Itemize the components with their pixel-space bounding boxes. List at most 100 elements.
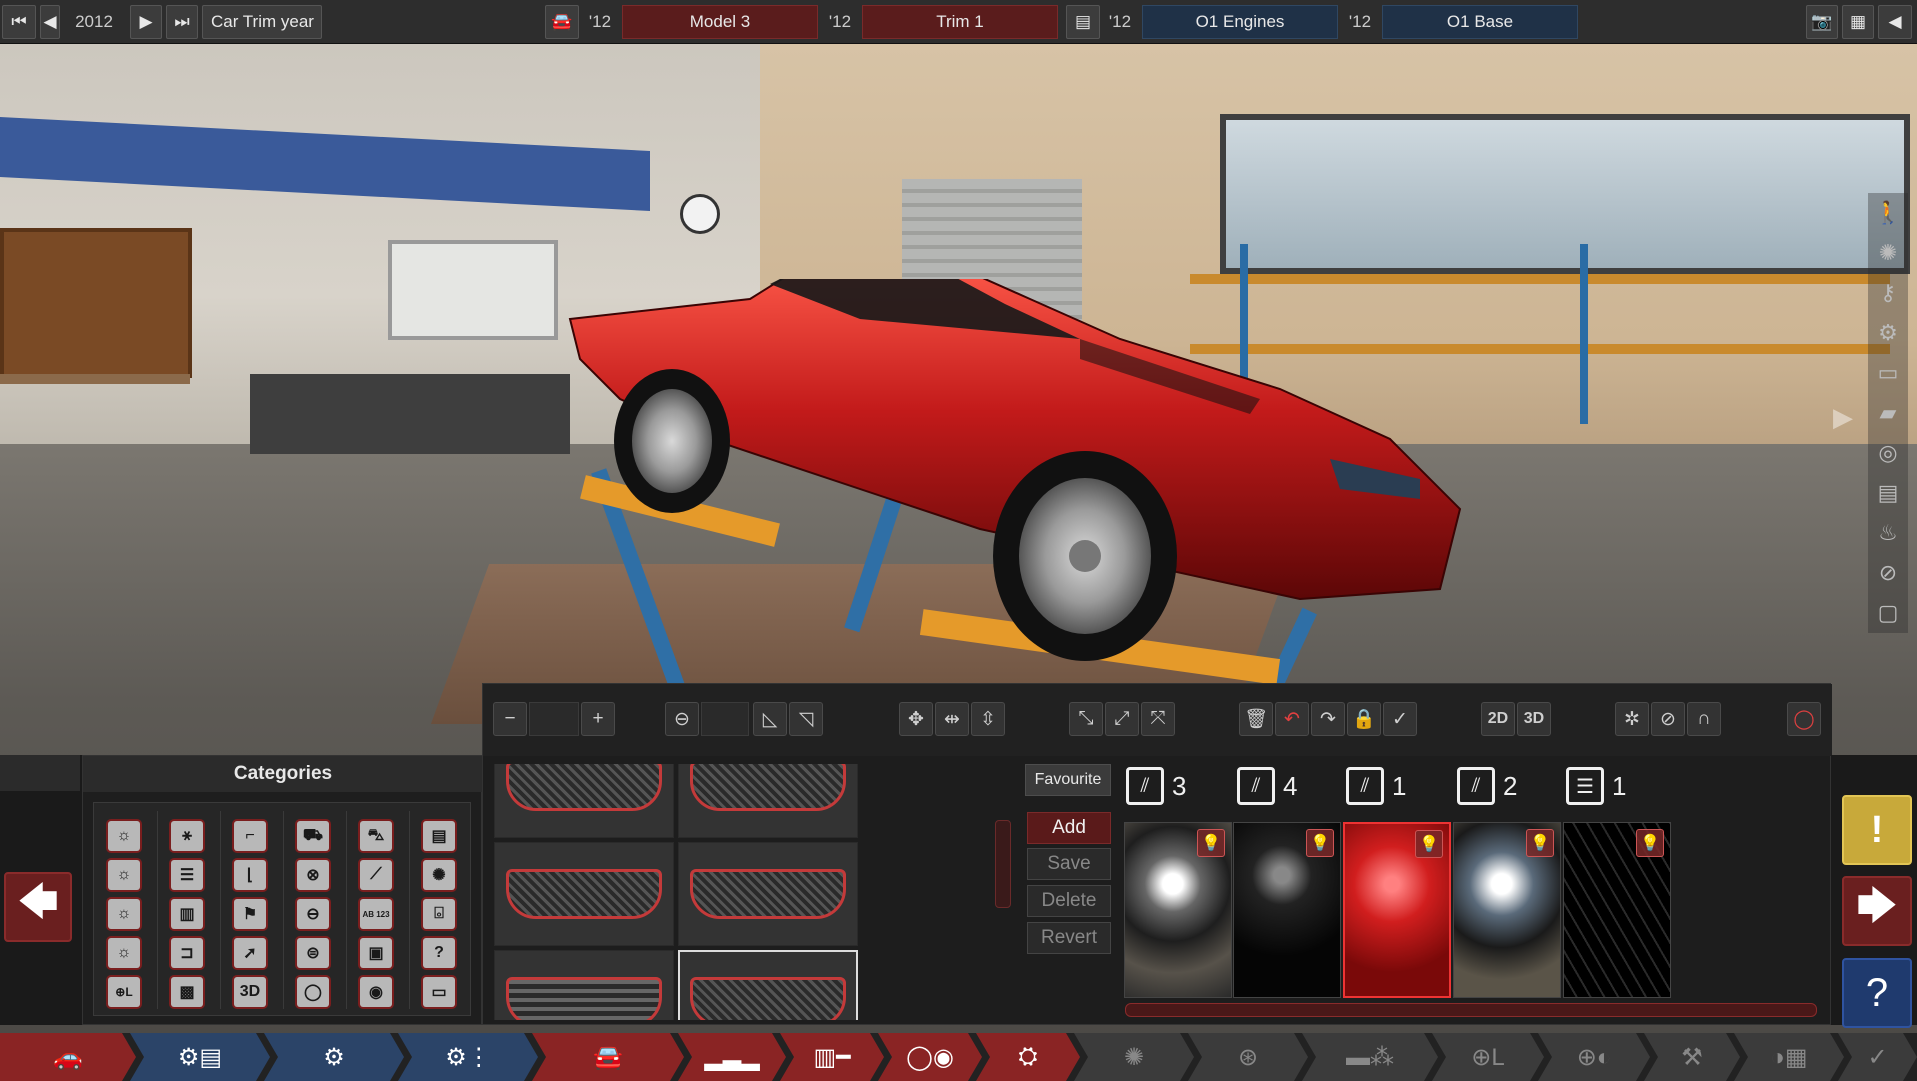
spring-icon[interactable]: ⚷ <box>1868 273 1908 313</box>
light-bulb-icon[interactable]: 💡 <box>1526 829 1554 857</box>
logo-emblem-icon[interactable]: ⊕L <box>108 977 140 1007</box>
bug-icon[interactable]: ⚹ <box>171 821 203 851</box>
size-input[interactable] <box>529 702 579 736</box>
warning-button[interactable]: ! <box>1842 795 1912 865</box>
fixture-item-selected[interactable] <box>678 950 858 1020</box>
steering-wheel-icon[interactable]: ✺ <box>1868 233 1908 273</box>
mesh-icon[interactable]: ▩ <box>171 977 203 1007</box>
material-swatch[interactable]: 💡 <box>1563 822 1671 998</box>
circle-icon[interactable]: ◯ <box>297 977 329 1007</box>
taillight-icon[interactable]: ☼ <box>108 938 140 968</box>
car-model[interactable] <box>560 279 1480 699</box>
back-button[interactable]: 🡄 <box>4 872 72 942</box>
tow-truck-icon[interactable]: ⛍ <box>360 821 392 851</box>
add-button[interactable]: Add <box>1027 812 1111 844</box>
bevel-icon[interactable]: ◺ <box>753 702 787 736</box>
material-slot-2[interactable]: ⫽ 4 <box>1237 766 1297 806</box>
nav-lights[interactable]: ◯◉ <box>878 1033 982 1081</box>
minus-button[interactable]: − <box>493 702 527 736</box>
move-icon[interactable]: ✥ <box>899 702 933 736</box>
engine-selector[interactable]: O1 Engines <box>1142 5 1338 39</box>
help-button[interactable]: ? <box>1842 958 1912 1028</box>
prev-year-button[interactable]: ◀ <box>40 5 60 39</box>
mirror-icon[interactable]: ⊜ <box>297 938 329 968</box>
mirror-y-icon[interactable]: ⤢ <box>1105 702 1139 736</box>
truck-icon[interactable]: ⛟ <box>297 821 329 851</box>
car-side-icon[interactable]: ▰ <box>1868 393 1908 433</box>
material-swatch[interactable]: 💡 <box>1453 822 1561 998</box>
panel-icon[interactable]: ▭ <box>1868 353 1908 393</box>
delete-button[interactable]: Delete <box>1027 885 1111 917</box>
nav-interior[interactable]: ⊕L <box>1432 1033 1544 1081</box>
nav-aero[interactable]: ▬⁂ <box>1302 1033 1438 1081</box>
light-bulb-icon[interactable]: 💡 <box>1415 830 1443 858</box>
nav-grille[interactable]: ▥━ <box>780 1033 884 1081</box>
boot-icon[interactable]: ⌐ <box>234 821 266 851</box>
handle-icon[interactable]: ⊖ <box>297 899 329 929</box>
trash-icon[interactable]: 🗑 <box>1239 702 1273 736</box>
nav-gear[interactable]: ⛭ <box>976 1033 1080 1081</box>
car-outline-icon[interactable]: ▭ <box>423 977 455 1007</box>
calculator-icon[interactable]: ▦ <box>1842 5 1874 39</box>
material-slot-4[interactable]: ⫽ 2 <box>1457 766 1517 806</box>
redo-icon[interactable]: ↷ <box>1311 702 1345 736</box>
sticker-icon[interactable]: ▤ <box>423 821 455 851</box>
nav-test[interactable]: ◑▦ <box>1734 1033 1844 1081</box>
exhaust-icon[interactable]: ◉ <box>360 977 392 1007</box>
engine-icon[interactable]: ▤ <box>1066 5 1100 39</box>
rim-icon[interactable]: ✺ <box>423 860 455 890</box>
nav-brakes[interactable]: ⊛ <box>1188 1033 1308 1081</box>
antenna-icon[interactable]: ⌻ <box>423 899 455 929</box>
lock-icon[interactable]: 🔒 <box>1347 702 1381 736</box>
nav-steering[interactable]: ⊕◐ <box>1538 1033 1650 1081</box>
material-slot-3[interactable]: ⫽ 1 <box>1346 766 1406 806</box>
mode-2d-button[interactable]: 2D <box>1481 702 1515 736</box>
check-icon[interactable]: ✓ <box>1383 702 1417 736</box>
exit-arrow-icon[interactable]: ◀ <box>1878 5 1912 39</box>
seat-icon[interactable]: ♨ <box>1868 513 1908 553</box>
license-plate-icon[interactable]: AB 123 <box>360 899 392 929</box>
wiper-icon[interactable]: ⟋ <box>360 860 392 890</box>
light-bulb-icon[interactable]: 💡 <box>1197 829 1225 857</box>
no-icon[interactable]: ⊘ <box>1868 553 1908 593</box>
gallery-scrollbar[interactable] <box>995 820 1011 908</box>
fixture-item[interactable] <box>678 842 858 946</box>
grille-icon[interactable]: ▤ <box>1868 473 1908 513</box>
nav-tools[interactable]: ⚒ <box>1644 1033 1740 1081</box>
nav-trim-settings[interactable]: ⚙ <box>264 1033 404 1081</box>
favourite-button[interactable]: Favourite <box>1025 764 1111 796</box>
model-selector[interactable]: Model 3 <box>622 5 818 39</box>
no-snap-icon[interactable]: ⊘ <box>1651 702 1685 736</box>
3d-icon[interactable]: 3D <box>234 977 266 1007</box>
lights-icon[interactable]: ◎ <box>1868 433 1908 473</box>
expand-arrow-icon[interactable]: ▶ <box>1826 400 1860 434</box>
material-slot-5[interactable]: ☰ 1 <box>1566 766 1626 806</box>
next-button[interactable]: 🡆 <box>1842 876 1912 946</box>
flag-icon[interactable]: ⚑ <box>234 899 266 929</box>
bevel-right-icon[interactable]: ◹ <box>789 702 823 736</box>
nav-car-model[interactable]: 🚘 <box>532 1033 684 1081</box>
cursor-icon[interactable]: ➚ <box>234 938 266 968</box>
trim-selector[interactable]: Trim 1 <box>862 5 1058 39</box>
help-icon[interactable]: ? <box>423 938 455 968</box>
magnet-icon[interactable]: ∩ <box>1687 702 1721 736</box>
material-swatch[interactable]: 💡 <box>1124 822 1232 998</box>
angle-input[interactable] <box>701 702 749 736</box>
foglight-icon[interactable]: ☼ <box>108 860 140 890</box>
record-icon[interactable]: ◯ <box>1787 702 1821 736</box>
fixture-item[interactable] <box>494 950 674 1020</box>
fixture-item[interactable] <box>494 764 674 838</box>
spoiler-icon[interactable]: ⌊ <box>234 860 266 890</box>
revert-button[interactable]: Revert <box>1027 922 1111 954</box>
car-model-icon[interactable]: 🚘 <box>545 5 579 39</box>
resize-icon[interactable]: ⇳ <box>971 702 1005 736</box>
light-bulb-icon[interactable]: 💡 <box>1306 829 1334 857</box>
nav-wheels[interactable]: ✺ <box>1074 1033 1194 1081</box>
mirror-both-icon[interactable]: ⤧ <box>1141 702 1175 736</box>
engine-part-icon[interactable]: ⚙ <box>1868 313 1908 353</box>
indicator-icon[interactable]: ☼ <box>108 899 140 929</box>
nav-trim-tree[interactable]: ⚙⋮ <box>398 1033 538 1081</box>
grille-list-icon[interactable]: ▥ <box>171 899 203 929</box>
nav-car-seats[interactable]: ▂▃▂ <box>678 1033 786 1081</box>
material-swatch[interactable]: 💡 <box>1233 822 1341 998</box>
